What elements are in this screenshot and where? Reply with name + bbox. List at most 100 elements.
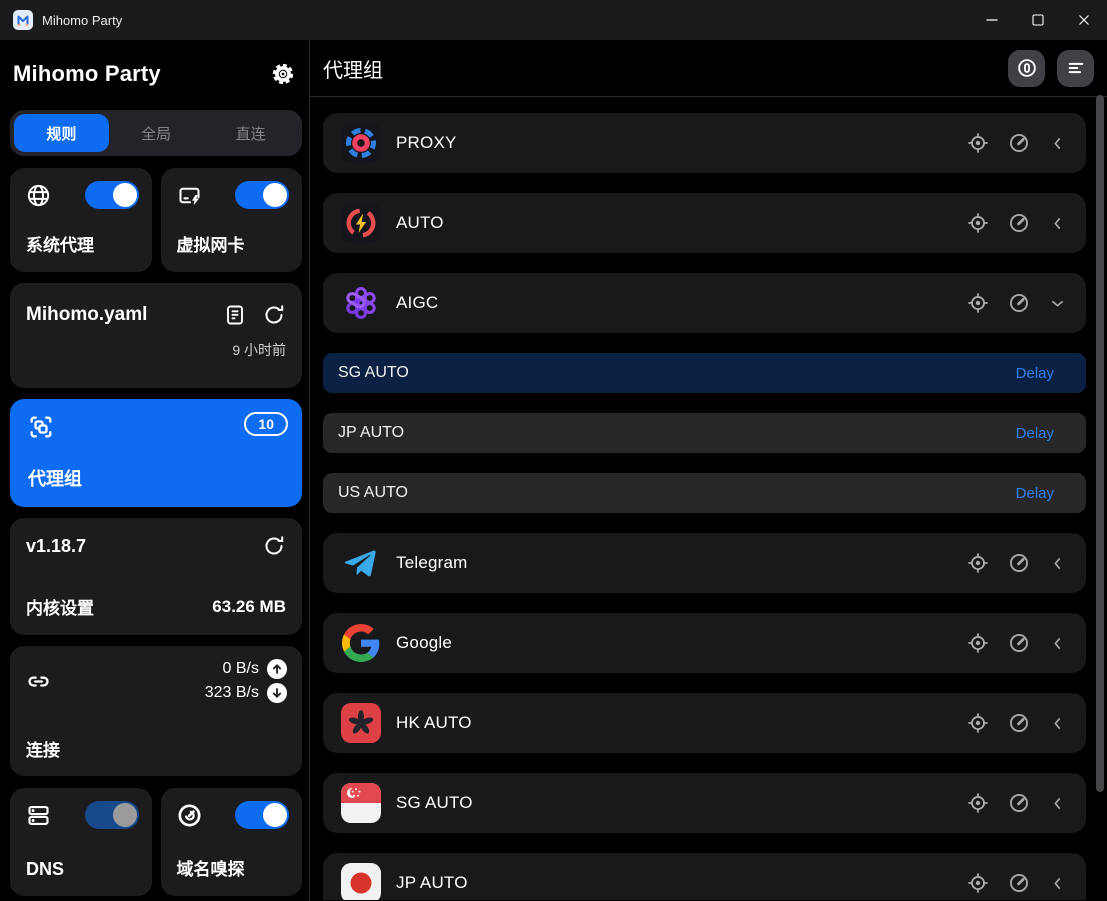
sniff-toggle[interactable] (235, 801, 289, 829)
tab-rule-mode[interactable]: 规则 (14, 114, 109, 152)
sniff-label: 域名嗅探 (177, 855, 245, 880)
locate-node-button[interactable] (967, 712, 989, 734)
system-proxy-card[interactable]: 系统代理 (10, 168, 152, 272)
update-profile-button[interactable] (262, 303, 286, 327)
delay-test-button[interactable] (1008, 712, 1030, 734)
speedometer-icon (1008, 552, 1030, 574)
expand-toggle[interactable] (1049, 555, 1066, 572)
delay-label[interactable]: Delay (1016, 485, 1054, 502)
sort-button[interactable] (1057, 50, 1094, 87)
expand-toggle[interactable] (1049, 715, 1066, 732)
tun-label: 虚拟网卡 (177, 231, 245, 256)
tun-card[interactable]: 虚拟网卡 (161, 168, 303, 272)
connections-card[interactable]: 0 B/s 323 B/s 连接 (10, 646, 302, 776)
locate-node-button[interactable] (967, 872, 989, 894)
profile-updated-time: 9 小时前 (26, 340, 286, 360)
chevron-left-icon (1049, 715, 1066, 732)
group-row-proxy[interactable]: PROXY (323, 113, 1086, 173)
proxy-groups-card-active[interactable]: 10 代理组 (10, 399, 302, 507)
minimize-button[interactable] (969, 0, 1015, 40)
crosshair-icon (967, 792, 989, 814)
delay-test-button[interactable] (1008, 212, 1030, 234)
dns-card[interactable]: DNS (10, 788, 152, 896)
group-row-jp-auto[interactable]: JP AUTO (323, 853, 1086, 900)
delay-test-button[interactable] (1008, 792, 1030, 814)
group-row-auto[interactable]: AUTO (323, 193, 1086, 253)
delay-label[interactable]: Delay (1016, 365, 1054, 382)
group-row-aigc[interactable]: AIGC (323, 273, 1086, 333)
tab-global-mode[interactable]: 全局 (109, 114, 204, 152)
proxy-groups-label: 代理组 (28, 465, 82, 491)
openai-icon (341, 283, 381, 323)
group-name: SG AUTO (396, 793, 967, 813)
locate-node-button[interactable] (967, 292, 989, 314)
proxy-item-sg-auto[interactable]: SG AUTO Delay (323, 353, 1086, 393)
locate-node-button[interactable] (967, 132, 989, 154)
expand-toggle[interactable] (1049, 135, 1066, 152)
main-panel: 代理组 PROXY (310, 40, 1107, 901)
refresh-icon (262, 303, 286, 327)
expand-toggle[interactable] (1049, 215, 1066, 232)
system-proxy-toggle[interactable] (85, 181, 139, 209)
scrollbar[interactable] (1096, 95, 1104, 792)
document-icon (223, 303, 247, 327)
collapse-toggle[interactable] (1049, 295, 1066, 312)
tab-direct-mode[interactable]: 直连 (203, 114, 298, 152)
proxy-item-jp-auto[interactable]: JP AUTO Delay (323, 413, 1086, 453)
crosshair-icon (967, 212, 989, 234)
core-settings-card[interactable]: v1.18.7 内核设置 63.26 MB (10, 518, 302, 635)
close-button[interactable] (1061, 0, 1107, 40)
restart-core-button[interactable] (262, 534, 286, 558)
expand-toggle[interactable] (1049, 635, 1066, 652)
core-memory-usage: 63.26 MB (212, 597, 286, 617)
settings-button[interactable] (268, 59, 298, 89)
connections-label: 连接 (26, 736, 60, 761)
telegram-icon (341, 543, 381, 583)
group-name: HK AUTO (396, 713, 967, 733)
group-row-sg-auto[interactable]: SG AUTO (323, 773, 1086, 833)
delay-test-button[interactable] (1008, 552, 1030, 574)
chevron-left-icon (1049, 555, 1066, 572)
group-row-telegram[interactable]: Telegram (323, 533, 1086, 593)
delay-test-button[interactable] (1008, 872, 1030, 894)
crosshair-icon (967, 132, 989, 154)
crosshair-icon (967, 872, 989, 894)
speedometer-icon (1008, 212, 1030, 234)
server-stack-icon (25, 802, 52, 834)
profile-card[interactable]: Mihomo.yaml 9 小时前 (10, 283, 302, 388)
group-name: Telegram (396, 553, 967, 573)
speedometer-icon (1008, 872, 1030, 894)
crosshair-icon (967, 292, 989, 314)
globe-icon (25, 182, 52, 214)
hide-zero-traffic-button[interactable] (1008, 50, 1045, 87)
group-name: Google (396, 633, 967, 653)
locate-node-button[interactable] (967, 632, 989, 654)
delay-test-button[interactable] (1008, 292, 1030, 314)
upload-speed: 0 B/s (223, 660, 259, 678)
tun-toggle[interactable] (235, 181, 289, 209)
locate-node-button[interactable] (967, 212, 989, 234)
proxy-group-icon (27, 413, 55, 446)
expand-toggle[interactable] (1049, 795, 1066, 812)
delay-label[interactable]: Delay (1016, 425, 1054, 442)
proxy-item-us-auto[interactable]: US AUTO Delay (323, 473, 1086, 513)
proxy-item-name: JP AUTO (338, 424, 404, 442)
locate-node-button[interactable] (967, 792, 989, 814)
chevron-down-icon (1049, 295, 1066, 312)
window-title: Mihomo Party (42, 13, 122, 28)
group-row-hk-auto[interactable]: HK AUTO (323, 693, 1086, 753)
lightning-icon (341, 203, 381, 243)
group-row-google[interactable]: Google (323, 613, 1086, 673)
locate-node-button[interactable] (967, 552, 989, 574)
sniff-card[interactable]: 域名嗅探 (161, 788, 303, 896)
virtual-nic-icon (176, 182, 203, 214)
delay-test-button[interactable] (1008, 132, 1030, 154)
dns-toggle[interactable] (85, 801, 139, 829)
expand-toggle[interactable] (1049, 875, 1066, 892)
delay-test-button[interactable] (1008, 632, 1030, 654)
text-lines-icon (1065, 57, 1087, 79)
maximize-button[interactable] (1015, 0, 1061, 40)
edit-profile-button[interactable] (223, 303, 247, 327)
chevron-left-icon (1049, 635, 1066, 652)
proxy-ring-icon (341, 123, 381, 163)
